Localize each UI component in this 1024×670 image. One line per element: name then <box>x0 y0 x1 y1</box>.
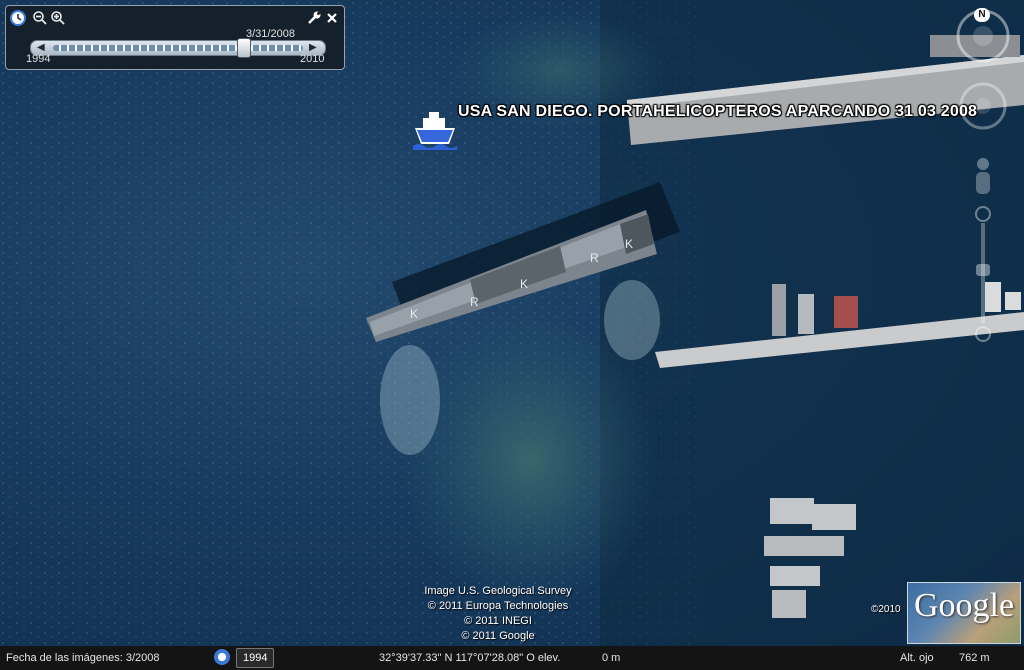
eye-altitude-label: Alt. ojo <box>900 652 934 664</box>
svg-text:K: K <box>520 277 528 291</box>
timebar-start-year: 1994 <box>26 53 51 65</box>
svg-text:K: K <box>625 237 633 251</box>
navigation-controls: N <box>952 8 1014 348</box>
time-slider-panel: 3/31/2008 ◀ ▶ 1994 2010 <box>5 5 345 70</box>
svg-text:R: R <box>590 251 599 265</box>
street-view-pegman-icon[interactable] <box>976 158 990 194</box>
historical-imagery-icon[interactable] <box>214 649 230 665</box>
ship-wake-stern <box>604 280 660 360</box>
google-logo: Google <box>907 582 1021 644</box>
north-indicator[interactable]: N <box>974 8 990 22</box>
svg-text:R: R <box>470 295 479 309</box>
close-icon[interactable] <box>324 10 340 26</box>
time-slider-track[interactable]: ◀ ▶ <box>30 38 326 58</box>
svg-text:K: K <box>410 307 418 321</box>
time-slider-range <box>53 45 303 51</box>
status-bar: Fecha de las imágenes: 3/2008 1994 32°39… <box>0 646 1024 670</box>
google-logo-text: Google <box>913 587 1015 624</box>
eye-altitude-value: 762 m <box>959 652 990 664</box>
credit-line: © 2011 Google <box>461 630 535 642</box>
credit-line: © 2011 INEGI <box>464 615 532 627</box>
map-imagery: K R K R K <box>0 0 1024 646</box>
imagery-credits: Image U.S. Geological Survey © 2011 Euro… <box>380 584 616 644</box>
zoom-out-icon[interactable] <box>32 10 48 26</box>
clock-icon[interactable] <box>10 10 26 26</box>
timebar-current-date: 3/31/2008 <box>246 28 295 40</box>
satellite-map[interactable]: K R K R K <box>0 0 1024 670</box>
historical-year-button[interactable]: 1994 <box>236 648 275 668</box>
credit-line: © 2011 Europa Technologies <box>427 600 569 612</box>
step-forward-icon[interactable]: ▶ <box>309 42 317 53</box>
coordinates-readout: 32°39'37.33" N 117°07'28.08" O elev. <box>379 652 561 664</box>
ship-icon[interactable] <box>413 110 457 150</box>
zoom-in-icon[interactable] <box>50 10 66 26</box>
elevation-readout: 0 m <box>602 652 621 664</box>
time-slider-thumb[interactable] <box>237 38 251 58</box>
barge <box>770 498 814 524</box>
ship-wake <box>380 345 440 455</box>
step-back-icon[interactable]: ◀ <box>37 42 45 53</box>
imagery-date: Fecha de las imágenes: 3/2008 <box>6 652 160 664</box>
zoom-slider[interactable] <box>975 206 991 342</box>
placemark-label[interactable]: USA SAN DIEGO. PORTAHELICOPTEROS APARCAN… <box>458 103 977 121</box>
timebar-end-year: 2010 <box>300 53 325 65</box>
credit-line: Image U.S. Geological Survey <box>424 585 572 597</box>
logo-year: ©2010 <box>871 604 901 615</box>
move-control[interactable] <box>959 82 1007 130</box>
wrench-icon[interactable] <box>306 10 322 26</box>
